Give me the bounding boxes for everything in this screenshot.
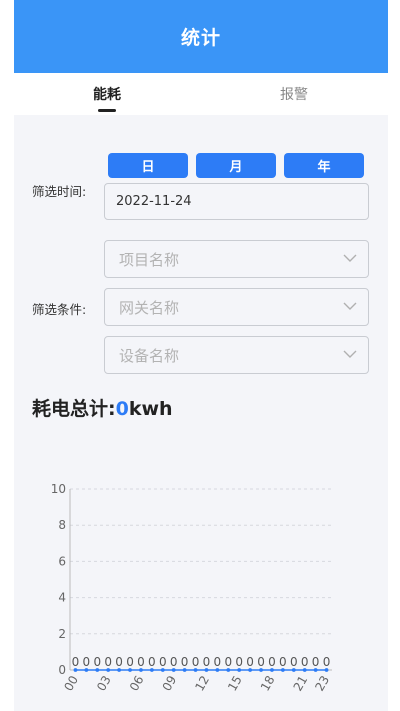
y-tick-label: 0 xyxy=(58,663,66,677)
data-label: 0 xyxy=(312,655,320,669)
total-consumption: 耗电总计:0kwh xyxy=(32,394,173,421)
x-tick-label: 18 xyxy=(258,673,278,693)
data-label: 0 xyxy=(246,655,254,669)
x-tick-label: 23 xyxy=(312,673,332,693)
data-label: 0 xyxy=(170,655,178,669)
data-label: 0 xyxy=(214,655,222,669)
x-tick-label: 12 xyxy=(192,673,212,693)
chevron-down-icon xyxy=(343,350,357,358)
data-label: 0 xyxy=(301,655,309,669)
x-tick-label: 15 xyxy=(225,673,245,693)
data-label: 0 xyxy=(268,655,276,669)
data-label: 0 xyxy=(137,655,145,669)
page-title: 统计 xyxy=(180,27,221,49)
project-select[interactable]: 项目名称 xyxy=(104,240,369,278)
month-button[interactable]: 月 xyxy=(196,153,276,178)
data-label: 0 xyxy=(181,655,189,669)
device-select-placeholder: 设备名称 xyxy=(119,346,180,365)
project-select-placeholder: 项目名称 xyxy=(119,250,180,269)
data-label: 0 xyxy=(235,655,243,669)
total-unit: kwh xyxy=(128,398,173,420)
data-label: 0 xyxy=(159,655,167,669)
device-select[interactable]: 设备名称 xyxy=(104,336,369,374)
data-label: 0 xyxy=(148,655,156,669)
gateway-select-placeholder: 网关名称 xyxy=(119,298,180,317)
year-button[interactable]: 年 xyxy=(284,153,364,178)
total-value: 0 xyxy=(115,398,129,420)
app-screen: 统计 能耗 报警 日 月 年 筛选时间: 2022-11-24 筛选条件: 项目… xyxy=(14,0,388,711)
gateway-select[interactable]: 网关名称 xyxy=(104,288,369,326)
condition-filter-label: 筛选条件: xyxy=(32,302,87,317)
data-label: 0 xyxy=(257,655,265,669)
data-label: 0 xyxy=(126,655,134,669)
total-label: 耗电总计: xyxy=(32,398,116,420)
x-tick-label: 09 xyxy=(160,673,180,693)
time-filter-label: 筛选时间: xyxy=(32,184,87,199)
y-tick-label: 8 xyxy=(58,518,66,532)
data-label: 0 xyxy=(83,655,91,669)
x-tick-label: 03 xyxy=(94,673,114,693)
date-picker[interactable]: 2022-11-24 xyxy=(104,183,369,220)
data-label: 0 xyxy=(93,655,101,669)
y-tick-label: 4 xyxy=(58,591,66,605)
energy-line-chart: 024681000 03 06 09 12 15 18 21 230 0 0 0 0 0 0 0 0 0 0 0 0 0 0… xyxy=(51,482,332,693)
data-label: 0 xyxy=(224,655,232,669)
day-button[interactable]: 日 xyxy=(108,153,188,178)
data-label: 0 xyxy=(192,655,200,669)
tab-bar: 能耗 报警 xyxy=(14,73,388,115)
data-label: 0 xyxy=(104,655,112,669)
date-value: 2022-11-24 xyxy=(116,194,192,209)
data-label: 0 xyxy=(72,655,80,669)
x-tick-label: 06 xyxy=(127,673,147,693)
y-tick-label: 10 xyxy=(51,482,66,496)
chevron-down-icon xyxy=(343,302,357,310)
chevron-down-icon xyxy=(343,254,357,262)
x-tick-label: 21 xyxy=(291,673,311,693)
data-label: 0 xyxy=(323,655,331,669)
y-tick-label: 6 xyxy=(58,554,66,568)
data-label: 0 xyxy=(115,655,123,669)
tab-alarm[interactable]: 报警 xyxy=(234,73,354,115)
active-tab-indicator xyxy=(98,109,116,112)
data-label: 0 xyxy=(290,655,298,669)
header-bar: 统计 xyxy=(14,0,388,73)
y-tick-label: 2 xyxy=(58,627,66,641)
data-label: 0 xyxy=(203,655,211,669)
data-label: 0 xyxy=(279,655,287,669)
